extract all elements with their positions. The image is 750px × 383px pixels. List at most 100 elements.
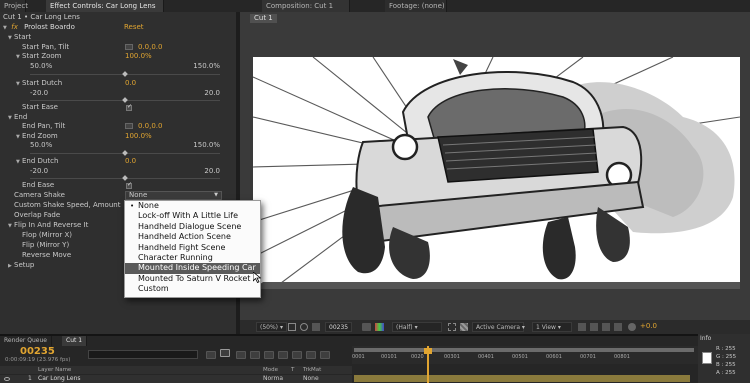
draft-3d-icon[interactable]: [220, 349, 230, 357]
end-zoom-value[interactable]: 100.0%: [125, 132, 152, 141]
start-pan-tilt-value[interactable]: 0.0,0.0: [138, 43, 163, 52]
ruler-label: 0020: [411, 354, 424, 360]
check-dot-icon: •: [130, 202, 135, 210]
zoom-dropdown[interactable]: (50%) ▾: [256, 322, 287, 332]
layer-column-header: Layer Name Mode T TrkMat: [0, 366, 352, 374]
start-zoom-slider-range: 50.0% 150.0%: [30, 62, 220, 71]
tab-footage[interactable]: Footage: (none): [385, 0, 447, 12]
flowchart-icon[interactable]: [614, 323, 622, 331]
layer-number: 1: [28, 375, 32, 382]
brainstorm-icon[interactable]: [292, 351, 302, 359]
resolution-dropdown[interactable]: (Half) ▾: [392, 322, 442, 332]
start-ease-checkbox[interactable]: [126, 103, 132, 111]
row-label: Overlap Fade: [14, 211, 61, 219]
ruler-label: 00501: [512, 354, 528, 360]
layer-row[interactable]: 1 Car Long Lens Norma None: [0, 375, 352, 383]
exposure-value[interactable]: +0.0: [640, 322, 657, 330]
end-pan-tilt-value[interactable]: 0.0,0.0: [138, 122, 163, 131]
section-start[interactable]: ▼ Start: [8, 33, 31, 42]
section-flip-reverse[interactable]: ▼ Flip In And Reverse It: [8, 221, 88, 230]
current-frame[interactable]: 00235: [20, 346, 55, 357]
ruler-label: 00101: [381, 354, 397, 360]
start-dutch-value[interactable]: 0.0: [125, 79, 136, 88]
menu-item-lock-off[interactable]: Lock-off With A Little Life: [125, 211, 260, 221]
shy-layers-icon[interactable]: [236, 351, 246, 359]
color-swatch: [702, 352, 712, 364]
frame-blending-icon[interactable]: [250, 351, 260, 359]
menu-item-handheld-dialogue[interactable]: Handheld Dialogue Scene: [125, 222, 260, 232]
start-zoom-value[interactable]: 100.0%: [125, 52, 152, 61]
start-dutch-slider-knob[interactable]: [122, 97, 128, 103]
toggle-pixel-icon[interactable]: [578, 323, 586, 331]
mouse-cursor-icon: [253, 272, 261, 283]
info-tab[interactable]: Info: [700, 335, 711, 342]
menu-item-none[interactable]: • None: [125, 201, 260, 211]
layer-mode[interactable]: Norma: [263, 375, 283, 383]
info-panel: Info R : 255 G : 255 B : 255 A : 255: [698, 334, 750, 383]
composition-viewer[interactable]: [253, 57, 740, 289]
snapshot-icon[interactable]: [312, 323, 320, 331]
section-end[interactable]: ▼ End: [8, 113, 27, 122]
menu-item-custom[interactable]: Custom: [125, 284, 260, 294]
reset-link[interactable]: Reset: [124, 23, 144, 32]
grid-icon[interactable]: [288, 323, 296, 331]
comp-cut-tab[interactable]: Cut 1: [250, 14, 277, 23]
tab-project[interactable]: Project: [0, 0, 28, 12]
row-label: Start Dutch: [22, 79, 63, 87]
tab-composition[interactable]: Composition: Cut 1: [262, 0, 350, 12]
end-dutch-value[interactable]: 0.0: [125, 157, 136, 166]
camera-dropdown[interactable]: Active Camera ▾: [472, 322, 525, 332]
exposure-icon[interactable]: [628, 323, 636, 331]
playhead-handle[interactable]: [424, 348, 432, 354]
timeline-icon[interactable]: [602, 323, 610, 331]
ruler-label: 00601: [546, 354, 562, 360]
menu-item-character-running[interactable]: Character Running: [125, 253, 260, 263]
roi-icon[interactable]: [448, 323, 456, 331]
row-label: Start Ease: [22, 103, 58, 111]
eye-icon[interactable]: [4, 377, 10, 381]
collapse-icon[interactable]: ▼: [3, 24, 9, 33]
menu-item-handheld-action[interactable]: Handheld Action Scene: [125, 232, 260, 242]
color-icon[interactable]: [375, 323, 384, 331]
tab-effect-controls[interactable]: Effect Controls: Car Long Lens: [46, 0, 164, 12]
col-t: T: [291, 367, 295, 373]
menu-item-label: Mounted To Saturn V Rocket: [138, 273, 251, 283]
auto-keyframe-icon[interactable]: [306, 351, 316, 359]
motion-blur-icon[interactable]: [264, 351, 274, 359]
view-layout-dropdown[interactable]: 1 View ▾: [532, 322, 572, 332]
menu-item-mounted-saturn[interactable]: Mounted To Saturn V Rocket: [125, 274, 260, 284]
camera-icon[interactable]: [362, 323, 371, 331]
section-setup[interactable]: ▶ Setup: [8, 261, 34, 270]
end-dutch-slider-knob[interactable]: [122, 175, 128, 181]
menu-item-handheld-fight[interactable]: Handheld Fight Scene: [125, 243, 260, 253]
tab-cut-1[interactable]: Cut 1: [62, 336, 88, 346]
comp-mini-flowchart-icon[interactable]: [206, 351, 216, 359]
transparency-grid-icon[interactable]: [460, 323, 468, 331]
crosshair-icon[interactable]: [125, 44, 133, 50]
timecode-value: 00235: [329, 324, 349, 331]
fx-icon[interactable]: fx: [11, 23, 18, 31]
work-area-bar[interactable]: [354, 348, 694, 352]
menu-item-label: Handheld Dialogue Scene: [138, 221, 242, 231]
graph-editor-icon[interactable]: [278, 351, 288, 359]
row-label: Custom Shake Speed, Amount: [14, 201, 121, 209]
fast-preview-icon[interactable]: [590, 323, 598, 331]
camera-shake-dropdown[interactable]: None ▼: [125, 191, 222, 200]
mask-icon[interactable]: [300, 323, 308, 331]
layer-name[interactable]: Car Long Lens: [38, 375, 81, 383]
layer-duration-bar[interactable]: [354, 375, 690, 382]
resolution-value: (Half): [396, 324, 413, 331]
timeline-search-input[interactable]: [88, 350, 198, 359]
crosshair-icon[interactable]: [125, 123, 133, 129]
live-update-icon[interactable]: [320, 351, 330, 359]
timecode-field[interactable]: 00235: [325, 322, 353, 332]
slider-min: 50.0%: [30, 141, 53, 149]
end-zoom-slider-knob[interactable]: [122, 150, 128, 156]
effect-name: Prolost Boardo: [24, 23, 75, 31]
tab-render-queue[interactable]: Render Queue: [0, 336, 52, 346]
end-ease-checkbox[interactable]: [126, 181, 132, 189]
menu-item-mounted-inside-car[interactable]: Mounted Inside Speeding Car: [125, 263, 260, 274]
start-zoom-slider-knob[interactable]: [122, 71, 128, 77]
layer-trkmat[interactable]: None: [303, 375, 319, 383]
param-end-dutch: ▼ End Dutch 0.0: [16, 157, 226, 166]
